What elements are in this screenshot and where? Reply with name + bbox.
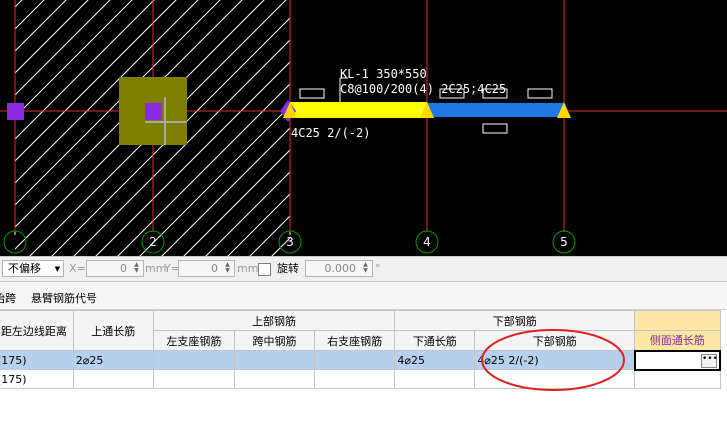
offset-mode-select[interactable]: 不偏移 ▼ [2,260,64,277]
rotate-checkbox[interactable] [258,263,271,276]
rebar-table: 距左边线距离 上通长筋 上部钢筋 下部钢筋 左支座钢筋 跨中钢筋 右支座钢筋 下… [0,310,722,389]
rebar-table-container: 距左边线距离 上通长筋 上部钢筋 下部钢筋 左支座钢筋 跨中钢筋 右支座钢筋 下… [0,310,727,444]
header-top-through[interactable]: 上通长筋 [72,310,154,351]
rotate-angle-value: 0.000 [324,262,357,275]
header-right-support[interactable]: 右支座钢筋 [313,330,396,351]
menu-item-start-span[interactable]: 始跨 [0,290,16,306]
y-unit: mm [237,262,259,275]
header-bottom-bar[interactable]: 下部钢筋 [474,330,636,351]
y-spin-icon[interactable]: ▲ ▼ [222,262,233,275]
menu-item-cantilever-code[interactable]: 悬臂钢筋代号 [31,290,97,306]
cell-bottom-through[interactable]: 4⌀25 [394,350,476,370]
x-offset-value: 0 [120,262,127,275]
header-bottom-through[interactable]: 下通长筋 [394,330,476,351]
table-toolbar: 始跨 悬臂钢筋代号 [0,283,727,310]
cad-drawing-svg[interactable]: KL-1 350*550 C8@100/200(4) 2C25;4C25 4C2… [0,0,727,256]
y-offset-input[interactable]: 0 ▲ ▼ [178,260,235,277]
header-group-bottom: 下部钢筋 [394,310,636,331]
annotation-box-1 [299,88,325,99]
cell-mid-span[interactable] [234,369,315,389]
axis-bubble-4: 4 [415,230,439,254]
cell-left-support[interactable] [152,350,236,370]
cell-left-support[interactable] [152,369,236,389]
rotate-angle-input[interactable]: 0.000 ▲ ▼ [305,260,373,277]
coordinate-toolbar: 不偏移 ▼ X= 0 ▲ ▼ mm Y= 0 ▲ ▼ mm 旋转 0.000 ▲ ▼ … [0,256,727,282]
table-row[interactable]: (175) 2⌀25 4⌀25 4⌀25 2/(-2) ••• [0,349,722,371]
y-offset-value: 0 [211,262,218,275]
beam-name-annotation: KL-1 350*550 [340,67,427,81]
axis-label-2: 2 [149,235,157,249]
ellipsis-icon[interactable]: ••• [701,353,718,368]
header-left-support[interactable]: 左支座钢筋 [152,330,236,351]
cell-right-support[interactable] [313,350,396,370]
beam-segment[interactable] [427,103,564,117]
support-marker-column[interactable] [145,103,162,120]
cell-distance[interactable]: (175) [0,369,74,389]
degree-unit: ° [375,262,381,275]
annotation-box-4 [527,88,553,99]
x-label: X= [69,262,86,275]
bottom-bar-annotation: 4C25 2/(-2) [291,126,370,140]
annotation-box-5 [482,123,508,134]
axis-label-5: 5 [560,235,568,249]
cell-side-bar-editor[interactable]: ••• [633,349,722,371]
axis-bubble-5: 5 [552,230,576,254]
x-offset-input[interactable]: 0 ▲ ▼ [86,260,144,277]
cell-top-through[interactable] [72,369,154,389]
cad-drawing-canvas[interactable]: KL-1 350*550 C8@100/200(4) 2C25;4C25 4C2… [0,0,727,256]
header-group-top: 上部钢筋 [152,310,396,331]
chevron-down-icon: ▼ [54,265,60,273]
table-row[interactable]: (175) [0,369,721,389]
cell-side-bar[interactable] [634,369,721,389]
header-mid-span[interactable]: 跨中钢筋 [234,330,315,351]
header-side-top [634,310,721,331]
rotate-label: 旋转 [277,262,299,275]
axis-label-3: 3 [286,235,294,249]
header-distance[interactable]: 距左边线距离 [0,310,74,351]
cell-bottom-through[interactable] [394,369,476,389]
cell-distance[interactable]: (175) [0,350,74,370]
header-side-bar[interactable]: 侧面通长筋 [634,330,721,351]
support-marker-left[interactable] [7,103,24,120]
cell-right-support[interactable] [313,369,396,389]
rotate-spin-icon[interactable]: ▲ ▼ [360,262,371,275]
stirrup-annotation: C8@100/200(4) 2C25;4C25 [340,82,506,96]
offset-mode-value: 不偏移 [8,262,41,275]
cell-mid-span[interactable] [234,350,315,370]
beam-segment-selected[interactable] [290,102,427,118]
cell-top-through[interactable]: 2⌀25 [72,350,154,370]
axis-label-4: 4 [423,235,431,249]
cell-bottom-bar[interactable] [474,369,636,389]
x-spin-icon[interactable]: ▲ ▼ [131,262,142,275]
cell-bottom-bar[interactable]: 4⌀25 2/(-2) [474,350,636,370]
